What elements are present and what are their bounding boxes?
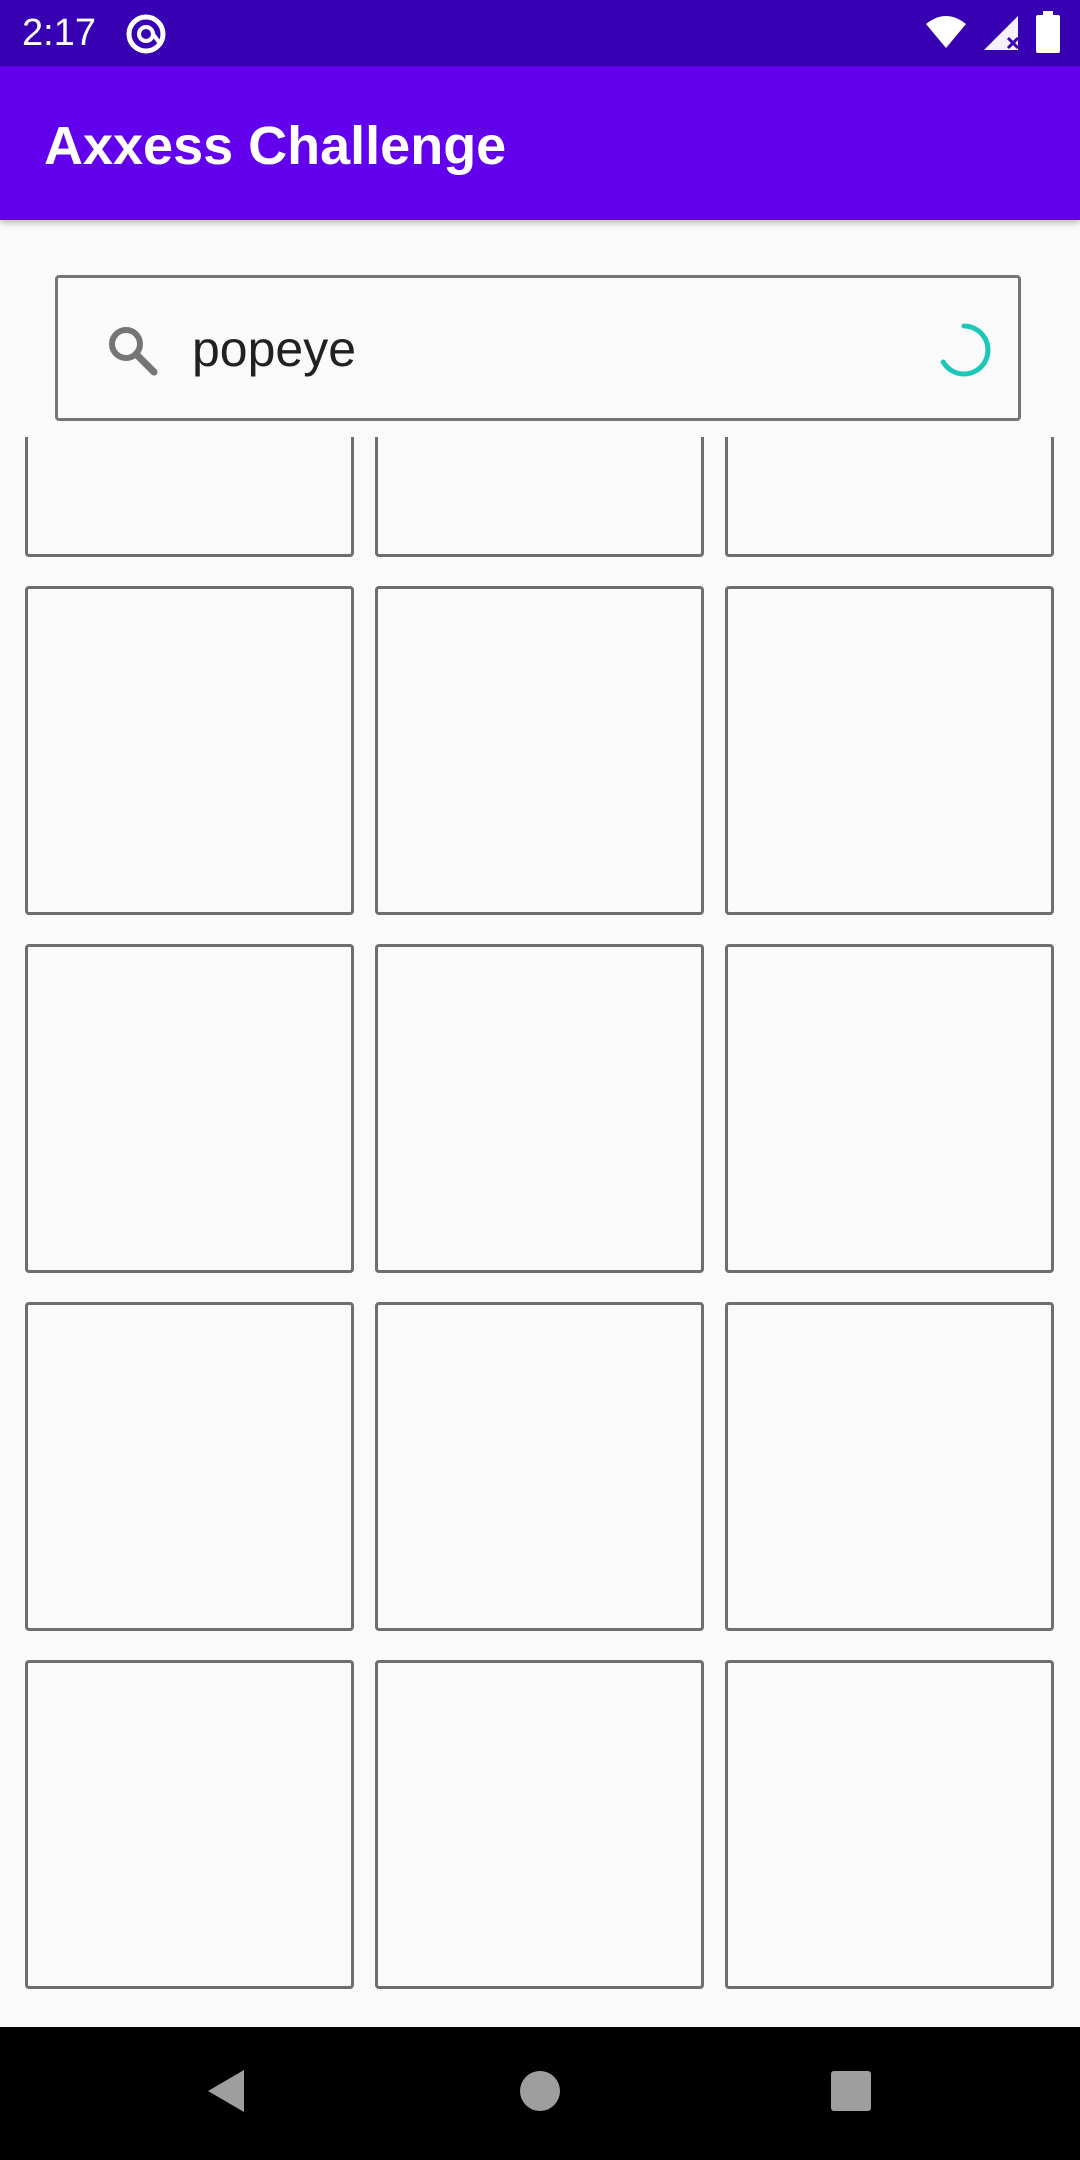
- app-bar: Axxess Challenge: [0, 66, 1080, 220]
- result-tile[interactable]: [375, 586, 704, 915]
- app-title: Axxess Challenge: [44, 116, 507, 176]
- result-tile[interactable]: [375, 437, 704, 557]
- back-icon: [202, 2066, 248, 2121]
- result-tile[interactable]: [375, 1660, 704, 1989]
- results-grid[interactable]: [0, 437, 1080, 2027]
- status-time: 2:17: [22, 12, 96, 54]
- result-tile[interactable]: [725, 437, 1054, 557]
- result-tile[interactable]: [25, 944, 354, 1273]
- recents-icon: [830, 2070, 872, 2117]
- result-tile[interactable]: [375, 944, 704, 1273]
- search-box[interactable]: [55, 275, 1021, 421]
- back-button[interactable]: [165, 2027, 285, 2160]
- home-button[interactable]: [480, 2027, 600, 2160]
- status-icons: [924, 10, 1060, 58]
- cell-signal-icon: [982, 12, 1022, 57]
- search-icon: [102, 320, 162, 380]
- result-tile[interactable]: [725, 944, 1054, 1273]
- wifi-icon: [924, 14, 968, 55]
- result-tile[interactable]: [725, 1302, 1054, 1631]
- navigation-bar: [0, 2027, 1080, 2160]
- recents-button[interactable]: [791, 2027, 911, 2160]
- result-tile[interactable]: [25, 437, 354, 557]
- at-sign-icon: [124, 12, 168, 56]
- result-tile[interactable]: [25, 1302, 354, 1631]
- home-icon: [518, 2069, 562, 2118]
- result-tile[interactable]: [375, 1302, 704, 1631]
- status-bar: 2:17: [0, 0, 1080, 66]
- result-tile[interactable]: [725, 586, 1054, 915]
- search-input[interactable]: [192, 314, 852, 384]
- tile-grid: [25, 437, 1054, 1989]
- result-tile[interactable]: [725, 1660, 1054, 1989]
- result-tile[interactable]: [25, 1660, 354, 1989]
- result-tile[interactable]: [25, 586, 354, 915]
- loading-spinner-icon: [934, 320, 994, 380]
- battery-icon: [1036, 10, 1060, 58]
